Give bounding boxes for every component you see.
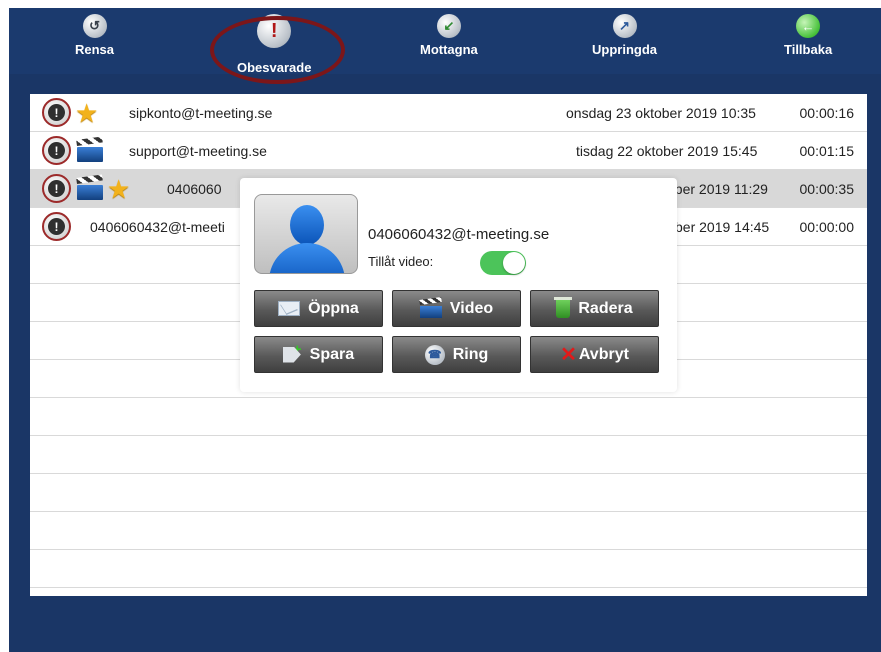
avatar-head — [290, 205, 324, 245]
call-date: onsdag 23 oktober 2019 10:35 — [566, 105, 756, 121]
clapperboard-icon — [419, 296, 442, 318]
open-label: Öppna — [308, 299, 359, 317]
call-row[interactable]: ! ★ sipkonto@t-meeting.se onsdag 23 okto… — [30, 94, 867, 132]
received-calls-tab[interactable]: ↙ Mottagna — [420, 14, 478, 57]
favorite-star-icon: ★ — [107, 173, 131, 204]
back-label: Tillbaka — [784, 42, 833, 57]
call-label: Ring — [452, 345, 489, 363]
call-duration: 00:00:00 — [799, 219, 855, 235]
call-duration: 00:00:35 — [799, 181, 855, 197]
empty-row — [30, 550, 867, 588]
empty-row — [30, 474, 867, 512]
allow-video-toggle[interactable] — [480, 251, 526, 275]
dialed-calls-label: Uppringda — [592, 42, 657, 57]
save-label: Spara — [309, 345, 355, 363]
delete-button[interactable]: Radera — [530, 290, 659, 327]
missed-call-icon: ! — [42, 98, 71, 127]
app-window: ↺ Rensa ! Obesvarade ↙ Mottagna ↗ Upprin… — [9, 8, 881, 652]
avatar-shoulders — [269, 243, 345, 273]
empty-row — [30, 512, 867, 550]
top-toolbar: ↺ Rensa ! Obesvarade ↙ Mottagna ↗ Upprin… — [9, 8, 881, 84]
video-label: Video — [449, 299, 494, 317]
clear-button[interactable]: ↺ Rensa — [75, 14, 114, 57]
row-icons: ! — [42, 135, 103, 165]
back-button[interactable]: ← Tillbaka — [784, 14, 832, 57]
clear-label: Rensa — [75, 42, 115, 57]
call-address: 0406060 — [167, 181, 222, 197]
received-calls-label: Mottagna — [420, 42, 478, 57]
dialed-calls-tab[interactable]: ↗ Uppringda — [592, 14, 657, 57]
allow-video-label: Tillåt video: — [368, 254, 434, 269]
row-icons: ! — [42, 212, 71, 241]
call-date: tisdag 22 oktober 2019 15:45 — [576, 143, 758, 159]
favorite-star-icon: ★ — [75, 97, 99, 128]
cancel-label: Avbryt — [578, 345, 629, 363]
call-date: ober 2019 11:29 — [667, 181, 768, 197]
toggle-knob — [503, 252, 525, 274]
missed-call-icon: ! — [42, 174, 71, 203]
contact-avatar — [254, 194, 358, 274]
back-arrow-icon: ← — [796, 14, 821, 38]
popup-address: 0406060432@t-meeting.se — [368, 226, 550, 243]
dialed-call-icon: ↗ — [612, 14, 637, 38]
missed-call-icon: ! — [42, 212, 71, 241]
call-row[interactable]: ! support@t-meeting.se tisdag 22 oktober… — [30, 132, 867, 170]
cancel-button[interactable]: ✕ Avbryt — [530, 336, 659, 373]
open-button[interactable]: Öppna — [254, 290, 383, 327]
empty-row — [30, 436, 867, 474]
trash-icon — [554, 296, 573, 318]
call-address: 0406060432@t-meeti — [90, 219, 225, 235]
call-address: sipkonto@t-meeting.se — [129, 105, 273, 121]
video-button[interactable]: Video — [392, 290, 521, 327]
envelope-icon — [278, 301, 301, 316]
row-icons: ! ★ — [42, 98, 98, 127]
clear-history-icon: ↺ — [82, 14, 107, 38]
call-address: support@t-meeting.se — [129, 143, 267, 159]
call-date: ber 2019 14:45 — [675, 219, 770, 235]
call-button[interactable]: ☎ Ring — [392, 336, 521, 373]
call-detail-popup: 0406060432@t-meeting.se Tillåt video: Öp… — [240, 178, 677, 392]
video-clapperboard-icon — [76, 135, 103, 162]
call-duration: 00:01:15 — [799, 143, 855, 159]
highlight-annotation-circle — [210, 16, 345, 84]
save-button[interactable]: + Spara — [254, 336, 383, 373]
delete-label: Radera — [578, 299, 633, 317]
call-duration: 00:00:16 — [799, 105, 855, 121]
received-call-icon: ↙ — [436, 14, 461, 38]
empty-row — [30, 398, 867, 436]
close-icon: ✕ — [560, 344, 577, 366]
phone-icon: ☎ — [424, 344, 445, 365]
missed-call-icon: ! — [42, 136, 71, 165]
video-clapperboard-icon — [76, 173, 103, 200]
row-icons: ! ★ — [42, 173, 131, 204]
